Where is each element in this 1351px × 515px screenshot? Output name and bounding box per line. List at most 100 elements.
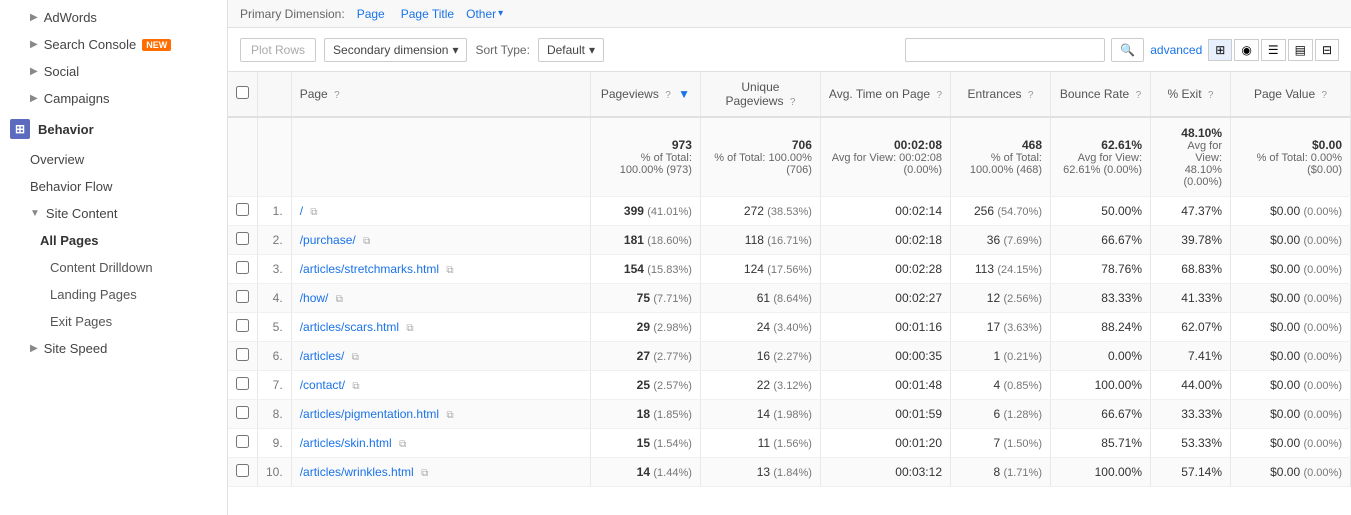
sidebar-all-pages-label: All Pages [40, 233, 99, 248]
view-list-button[interactable]: ☰ [1261, 39, 1286, 61]
sidebar-item-landing-pages[interactable]: Landing Pages [0, 281, 227, 308]
view-table-button[interactable]: ⊞ [1208, 39, 1232, 61]
sidebar-item-campaigns[interactable]: ▶ Campaigns [0, 85, 227, 112]
row-checkbox[interactable] [228, 371, 258, 400]
row-select-checkbox[interactable] [236, 348, 249, 361]
page-link[interactable]: / [300, 204, 303, 218]
row-entrances: 8 (1.71%) [951, 458, 1051, 487]
external-link-icon[interactable]: ⧉ [446, 265, 453, 276]
row-select-checkbox[interactable] [236, 290, 249, 303]
view-grid-button[interactable]: ⊟ [1315, 39, 1339, 61]
row-checkbox[interactable] [228, 458, 258, 487]
select-all-checkbox[interactable] [236, 86, 249, 99]
row-select-checkbox[interactable] [236, 464, 249, 477]
sidebar-item-content-drilldown[interactable]: Content Drilldown [0, 254, 227, 281]
row-select-checkbox[interactable] [236, 261, 249, 274]
row-bounce: 0.00% [1051, 342, 1151, 371]
main-content: Primary Dimension: Page Page Title Other… [228, 0, 1351, 515]
external-link-icon[interactable]: ⧉ [421, 468, 428, 479]
row-entrances: 256 (54.70%) [951, 197, 1051, 226]
external-link-icon[interactable]: ⧉ [310, 207, 317, 218]
sidebar-item-adwords-label: AdWords [44, 10, 97, 25]
sidebar-item-all-pages[interactable]: All Pages [0, 227, 227, 254]
page-link[interactable]: /articles/ [300, 349, 345, 363]
page-link[interactable]: /articles/scars.html [300, 320, 399, 334]
page-link[interactable]: /contact/ [300, 378, 345, 392]
dim-tab-page-title[interactable]: Page Title [397, 5, 458, 23]
sidebar: ▶ AdWords ▶ Search Console NEW ▶ Social … [0, 0, 228, 515]
sidebar-item-social-label: Social [44, 64, 79, 79]
row-select-checkbox[interactable] [236, 435, 249, 448]
behavior-icon [10, 119, 30, 139]
sort-type-button[interactable]: Default ▾ [538, 38, 604, 62]
sidebar-item-exit-pages[interactable]: Exit Pages [0, 308, 227, 335]
row-page: /articles/skin.html ⧉ [291, 429, 590, 458]
external-link-icon[interactable]: ⧉ [406, 323, 413, 334]
sidebar-item-overview[interactable]: Overview [0, 146, 227, 173]
table-row: 9. /articles/skin.html ⧉ 15 (1.54%) 11 (… [228, 429, 1351, 458]
row-select-checkbox[interactable] [236, 377, 249, 390]
row-entrances: 7 (1.50%) [951, 429, 1051, 458]
summary-exit: 48.10% Avg for View: 48.10% (0.00%) [1151, 117, 1231, 197]
row-bounce: 66.67% [1051, 226, 1151, 255]
sidebar-section-behavior[interactable]: Behavior [0, 112, 227, 146]
external-link-icon[interactable]: ⧉ [363, 236, 370, 247]
row-select-checkbox[interactable] [236, 232, 249, 245]
external-link-icon[interactable]: ⧉ [352, 352, 359, 363]
row-time: 00:00:35 [820, 342, 950, 371]
row-exit: 62.07% [1151, 313, 1231, 342]
row-select-checkbox[interactable] [236, 406, 249, 419]
external-link-icon[interactable]: ⧉ [352, 381, 359, 392]
plot-rows-button[interactable]: Plot Rows [240, 38, 316, 62]
dim-tab-page[interactable]: Page [353, 5, 389, 23]
page-link[interactable]: /articles/wrinkles.html [300, 465, 414, 479]
row-checkbox[interactable] [228, 197, 258, 226]
sidebar-item-behavior-flow[interactable]: Behavior Flow [0, 173, 227, 200]
row-checkbox[interactable] [228, 342, 258, 371]
sidebar-exit-pages-label: Exit Pages [50, 314, 112, 329]
summary-page [291, 117, 590, 197]
sidebar-item-search-console[interactable]: ▶ Search Console NEW [0, 31, 227, 58]
row-checkbox[interactable] [228, 313, 258, 342]
sidebar-item-social[interactable]: ▶ Social [0, 58, 227, 85]
toolbar: Plot Rows Secondary dimension ▾ Sort Typ… [228, 28, 1351, 72]
row-select-checkbox[interactable] [236, 203, 249, 216]
summary-upv-pct: % of Total: 100.00% (706) [709, 152, 812, 176]
sidebar-item-site-speed[interactable]: ▶ Site Speed [0, 335, 227, 362]
page-link[interactable]: /articles/pigmentation.html [300, 407, 439, 421]
sidebar-content-drilldown-label: Content Drilldown [50, 260, 153, 275]
page-link[interactable]: /how/ [300, 291, 329, 305]
view-pie-button[interactable]: ◉ [1234, 39, 1258, 61]
row-checkbox[interactable] [228, 284, 258, 313]
pageviews-help-icon: ? [665, 90, 671, 101]
row-exit: 53.33% [1151, 429, 1231, 458]
external-link-icon[interactable]: ⧉ [399, 439, 406, 450]
sidebar-item-site-content[interactable]: ▼ Site Content [0, 200, 227, 227]
sidebar-item-adwords[interactable]: ▶ AdWords [0, 4, 227, 31]
secondary-dim-label: Secondary dimension [333, 43, 448, 57]
view-bar-button[interactable]: ▤ [1288, 39, 1313, 61]
page-link[interactable]: /purchase/ [300, 233, 356, 247]
row-checkbox[interactable] [228, 429, 258, 458]
row-checkbox[interactable] [228, 226, 258, 255]
dim-tab-other[interactable]: Other ▾ [466, 7, 503, 21]
row-exit: 33.33% [1151, 400, 1231, 429]
row-checkbox[interactable] [228, 400, 258, 429]
pageviews-sort-icon[interactable]: ▼ [678, 87, 690, 101]
secondary-dimension-button[interactable]: Secondary dimension ▾ [324, 38, 467, 62]
search-input[interactable] [905, 38, 1105, 62]
search-button[interactable]: 🔍 [1111, 38, 1144, 62]
page-link[interactable]: /articles/stretchmarks.html [300, 262, 439, 276]
row-time: 00:01:48 [820, 371, 950, 400]
row-page: /articles/scars.html ⧉ [291, 313, 590, 342]
row-bounce: 100.00% [1051, 371, 1151, 400]
external-link-icon[interactable]: ⧉ [336, 294, 343, 305]
row-checkbox[interactable] [228, 255, 258, 284]
summary-time-sub: Avg for View: 00:02:08 (0.00%) [829, 152, 942, 176]
row-select-checkbox[interactable] [236, 319, 249, 332]
page-link[interactable]: /articles/skin.html [300, 436, 392, 450]
upv-help-icon: ? [790, 97, 796, 108]
external-link-icon[interactable]: ⧉ [446, 410, 453, 421]
summary-time-value: 00:02:08 [894, 138, 942, 152]
advanced-link[interactable]: advanced [1150, 43, 1202, 57]
